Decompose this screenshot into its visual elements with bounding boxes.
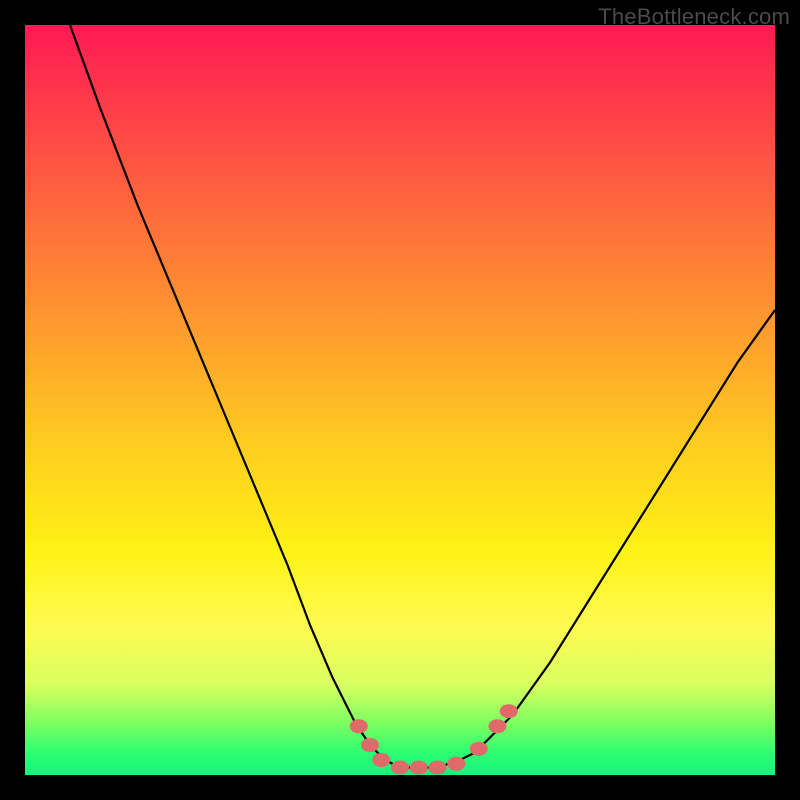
marker-dot: [372, 753, 390, 767]
watermark-text: TheBottleneck.com: [598, 4, 790, 30]
marker-dot: [350, 719, 368, 733]
marker-dot: [447, 757, 465, 771]
marker-dot: [470, 742, 488, 756]
curve-layer: [25, 25, 775, 775]
highlight-dots: [350, 704, 518, 774]
chart-frame: TheBottleneck.com: [0, 0, 800, 800]
marker-dot: [489, 719, 507, 733]
marker-dot: [410, 761, 428, 775]
plot-area: [25, 25, 775, 775]
bottleneck-curve: [70, 25, 775, 768]
marker-dot: [429, 761, 447, 775]
marker-dot: [361, 738, 379, 752]
marker-dot: [500, 704, 518, 718]
marker-dot: [391, 761, 409, 775]
